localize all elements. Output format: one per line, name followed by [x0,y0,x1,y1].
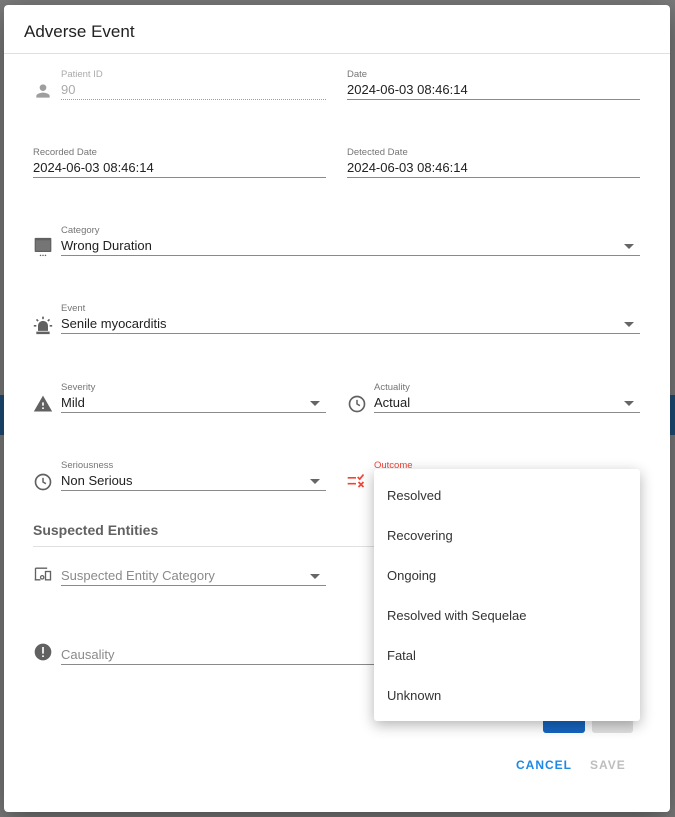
event-select[interactable]: Event Senile myocarditis [61,303,640,337]
suspected-entity-category-select[interactable]: Suspected Entity Category [61,555,326,589]
menu-item-unknown[interactable]: Unknown [374,676,640,716]
menu-item-fatal[interactable]: Fatal [374,636,640,676]
alarm-light-icon [33,316,53,335]
severity-select[interactable]: Severity Mild [61,382,326,416]
save-button[interactable]: SAVE [590,758,626,772]
seriousness-select[interactable]: Seriousness Non Serious [61,460,326,494]
menu-item-resolved-with-sequelae[interactable]: Resolved with Sequelae [374,596,640,636]
menu-item-resolved[interactable]: Resolved [374,476,640,516]
chevron-down-icon [310,574,320,579]
clock-icon [34,473,52,491]
chevron-down-icon [624,322,634,327]
background-strip [670,395,675,435]
devices-icon [34,567,52,581]
cancel-button[interactable]: CANCEL [516,758,572,772]
recorded-date-field[interactable]: Recorded Date 2024-06-03 08:46:14 [33,147,326,181]
detected-date-field[interactable]: Detected Date 2024-06-03 08:46:14 [347,147,640,181]
category-icon [34,237,52,257]
suspected-entities-heading: Suspected Entities [33,522,159,538]
chevron-down-icon [310,401,320,406]
category-select[interactable]: Category Wrong Duration [61,225,640,259]
patient-id-field: Patient ID 90 [61,69,326,103]
chevron-down-icon [624,401,634,406]
warning-icon [33,395,53,412]
outcome-menu: Resolved Recovering Ongoing Resolved wit… [374,469,640,721]
actuality-select[interactable]: Actuality Actual [374,382,640,416]
chevron-down-icon [624,244,634,249]
chevron-down-icon [310,479,320,484]
clock-icon [348,395,366,413]
date-field[interactable]: Date 2024-06-03 08:46:14 [347,69,640,103]
title-divider [4,53,670,54]
list-check-x-icon [347,473,365,488]
person-icon [36,84,50,98]
menu-item-ongoing[interactable]: Ongoing [374,556,640,596]
dialog-title: Adverse Event [24,22,135,41]
menu-item-recovering[interactable]: Recovering [374,516,640,556]
exclamation-circle-icon [34,643,52,661]
